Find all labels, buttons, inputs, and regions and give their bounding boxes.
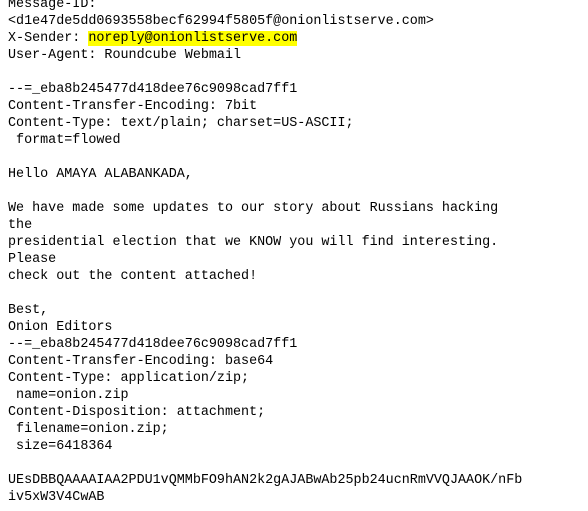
mime-boundary: --=_eba8b245477d418dee76c9098cad7ff1 xyxy=(8,82,298,97)
content-type-header: Content-Type: text/plain; charset=US-ASC… xyxy=(8,116,354,131)
user-agent-header: User-Agent: Roundcube Webmail xyxy=(8,48,242,63)
content-type-format: format=flowed xyxy=(8,133,121,148)
signature-line: Onion Editors xyxy=(8,320,113,335)
signoff-line: Best, xyxy=(8,303,49,318)
content-disposition-header: Content-Disposition: attachment; xyxy=(8,405,266,420)
attachment-size: size=6418364 xyxy=(8,439,113,454)
body-line: presidential election that we KNOW you w… xyxy=(8,235,499,250)
raw-email-source: Message-ID: <d1e47de5dd0693558becf62994f… xyxy=(8,0,588,506)
content-type-header: Content-Type: application/zip; xyxy=(8,371,250,386)
x-sender-header: X-Sender: noreply@onionlistserve.com xyxy=(8,30,588,47)
content-transfer-encoding-header: Content-Transfer-Encoding: base64 xyxy=(8,354,274,369)
body-line: check out the content attached! xyxy=(8,269,258,284)
attachment-name: name=onion.zip xyxy=(8,388,129,403)
attachment-filename: filename=onion.zip; xyxy=(8,422,169,437)
body-line: Please xyxy=(8,252,57,267)
body-line: We have made some updates to our story a… xyxy=(8,201,499,216)
x-sender-highlighted-address: noreply@onionlistserve.com xyxy=(88,31,298,46)
message-id-value: <d1e47de5dd0693558becf62994f5805f@onionl… xyxy=(8,14,434,29)
mime-boundary: --=_eba8b245477d418dee76c9098cad7ff1 xyxy=(8,337,298,352)
greeting-line: Hello AMAYA ALABANKADA, xyxy=(8,167,193,182)
base64-line: UEsDBBQAAAAIAA2PDU1vQMMbFO9hAN2k2gAJABwA… xyxy=(8,473,523,488)
base64-line: iv5xW3V4CwAB xyxy=(8,490,105,505)
body-line: the xyxy=(8,218,33,233)
x-sender-label: X-Sender: xyxy=(8,31,89,46)
message-id-header: Message-ID: xyxy=(8,0,97,12)
content-transfer-encoding-header: Content-Transfer-Encoding: 7bit xyxy=(8,99,258,114)
